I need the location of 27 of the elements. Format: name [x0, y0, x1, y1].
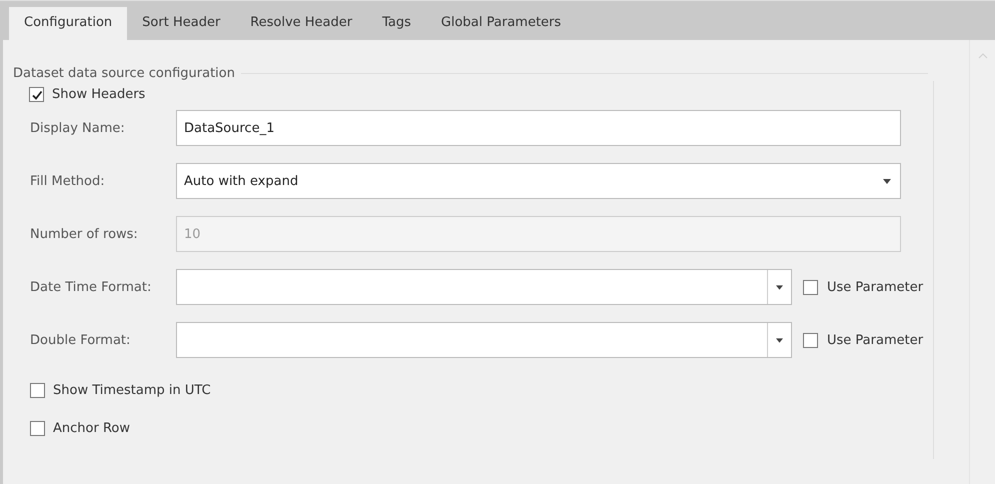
field-label: Number of rows:	[30, 226, 139, 242]
dropdown-value: Auto with expand	[184, 174, 298, 188]
dropdown-arrow-icon	[776, 338, 783, 342]
dropdown[interactable]: Auto with expand	[176, 163, 902, 199]
tab[interactable]: Configuration	[9, 7, 128, 40]
checkbox[interactable]	[30, 382, 45, 398]
checkbox[interactable]	[803, 280, 818, 294]
tab[interactable]: Sort Header	[127, 7, 236, 40]
checkbox[interactable]	[29, 87, 44, 102]
tab[interactable]: Resolve Header	[235, 7, 368, 40]
field-label: Date Time Format:	[30, 280, 152, 294]
field-label: Display Name:	[30, 120, 126, 136]
dropdown-arrow-icon	[776, 284, 783, 290]
checkbox-label: Show Headers	[52, 87, 146, 102]
checkbox-label: Anchor Row	[53, 420, 130, 436]
text-field[interactable]: DataSource_1	[176, 110, 902, 146]
checkbox[interactable]	[803, 332, 818, 348]
field-label: Double Format:	[30, 332, 132, 348]
tab[interactable]: Global Parameters	[426, 7, 576, 40]
checkbox-label: Show Timestamp in UTC	[53, 382, 211, 398]
dropdown-arrow-icon	[883, 178, 892, 184]
group-title: Dataset data source configuration	[13, 66, 235, 81]
checkbox[interactable]	[30, 420, 45, 436]
tab[interactable]: Tags	[367, 7, 426, 40]
checkbox-label: Use Parameter	[827, 332, 924, 348]
field-label: Fill Method:	[30, 174, 106, 188]
checkbox-label: Use Parameter	[827, 280, 924, 294]
